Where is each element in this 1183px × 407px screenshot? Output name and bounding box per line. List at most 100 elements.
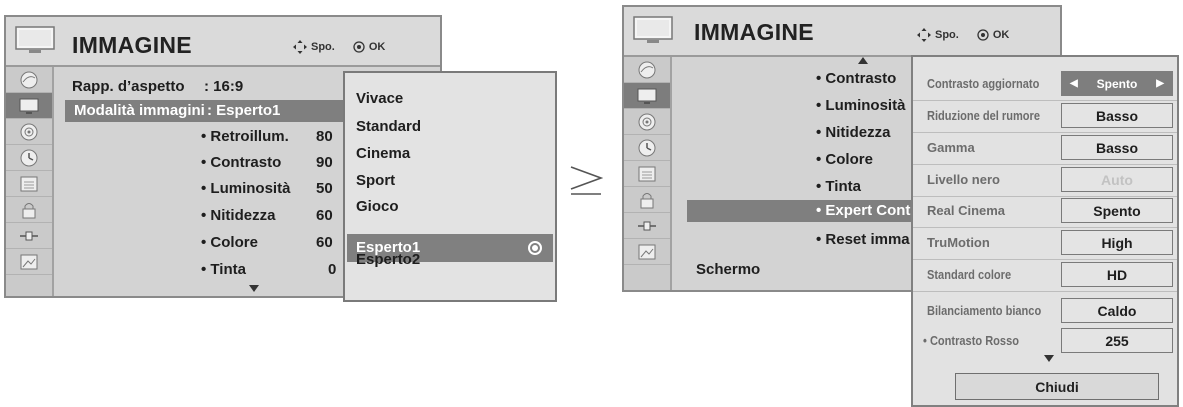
expert-row-noise-reduction[interactable]: Riduzione del rumore Basso xyxy=(913,102,1177,130)
sidebar-item-input[interactable] xyxy=(6,223,52,249)
sidebar-item-lock[interactable] xyxy=(6,197,52,223)
aspect-ratio-value: : 16:9 xyxy=(204,78,244,95)
sidebar-item-setup[interactable] xyxy=(624,57,670,83)
sidebar-item-option[interactable] xyxy=(624,161,670,187)
expert-row-white-balance[interactable]: Bilanciamento bianco Caldo xyxy=(913,297,1177,325)
aspect-ratio-label[interactable]: Rapp. d’aspetto xyxy=(72,78,185,95)
photo-icon xyxy=(638,244,656,259)
hint-move-label: Spo. xyxy=(935,29,959,41)
move-arrows-icon xyxy=(293,40,307,54)
tv-icon xyxy=(15,26,55,53)
option-cinema[interactable]: Cinema xyxy=(356,145,410,162)
expert-label: Contrasto aggiornato xyxy=(927,76,1040,91)
option-vivace[interactable]: Vivace xyxy=(356,90,403,107)
picture-mode-row[interactable]: Modalità immagini : Esperto1 xyxy=(65,100,345,122)
expert-row-dynamic-contrast[interactable]: Contrasto aggiornato ◀ Spento ▶ xyxy=(913,70,1177,98)
hint-ok-label: OK xyxy=(992,29,1010,41)
picture-mode-dropdown: Vivace Standard Cinema Sport Gioco Esper… xyxy=(343,71,557,302)
satellite-dish-icon xyxy=(20,71,38,88)
photo-icon xyxy=(20,254,38,269)
menu-value-tint: 0 xyxy=(328,261,337,278)
selected-radio-icon xyxy=(528,241,542,255)
sidebar-item-media[interactable] xyxy=(6,249,52,275)
picture-mode-value: : Esperto1 xyxy=(207,102,281,119)
plug-icon xyxy=(20,231,38,240)
expert-row-red-contrast[interactable]: • Contrasto Rosso 255 xyxy=(913,327,1177,355)
expert-control-popup: Contrasto aggiornato ◀ Spento ▶ Riduzion… xyxy=(911,55,1179,407)
expert-row-real-cinema[interactable]: Real Cinema Spento xyxy=(913,197,1177,225)
menu-header: IMMAGINE Spo. OK xyxy=(624,7,1060,57)
expert-label: Livello nero xyxy=(927,172,1000,187)
expert-value-box[interactable]: 255 xyxy=(1061,328,1173,353)
expert-row-color-standard[interactable]: Standard colore HD xyxy=(913,261,1177,289)
menu-item-tint[interactable]: • Tinta xyxy=(201,261,246,278)
expert-row-trumotion[interactable]: TruMotion High xyxy=(913,229,1177,257)
tv-icon xyxy=(633,16,673,43)
option-esperto2[interactable]: Esperto2 xyxy=(356,251,420,268)
clock-icon xyxy=(20,149,38,166)
expert-row-gamma[interactable]: Gamma Basso xyxy=(913,134,1177,162)
menu-value-contrast: 90 xyxy=(316,154,333,171)
sidebar-item-picture[interactable] xyxy=(624,83,670,109)
expert-value-box[interactable]: Spento xyxy=(1061,198,1173,223)
arrow-right-icon[interactable]: ▶ xyxy=(1156,78,1164,89)
menu-item-tint[interactable]: • Tinta xyxy=(816,178,861,195)
ok-button-icon xyxy=(977,29,989,41)
menu-value-backlight: 80 xyxy=(316,128,333,145)
arrow-left-icon[interactable]: ◀ xyxy=(1070,78,1078,89)
transition-arrow-icon xyxy=(570,166,603,195)
menu-item-contrast[interactable]: • Contrasto xyxy=(816,70,896,87)
menu-item-backlight[interactable]: • Retroillum. xyxy=(201,128,289,145)
sidebar-item-option[interactable] xyxy=(6,171,52,197)
menu-item-color[interactable]: • Colore xyxy=(201,234,258,251)
nav-hints: Spo. OK xyxy=(917,28,1009,42)
sidebar-item-audio[interactable] xyxy=(624,109,670,135)
expert-value-box[interactable]: HD xyxy=(1061,262,1173,287)
sidebar-item-input[interactable] xyxy=(624,213,670,239)
expert-value-box[interactable]: Basso xyxy=(1061,103,1173,128)
option-standard[interactable]: Standard xyxy=(356,118,421,135)
expert-value-box[interactable]: Caldo xyxy=(1061,298,1173,323)
close-button[interactable]: Chiudi xyxy=(955,373,1159,400)
sidebar-item-audio[interactable] xyxy=(6,119,52,145)
sidebar-item-picture[interactable] xyxy=(6,93,52,119)
option-gioco[interactable]: Gioco xyxy=(356,198,399,215)
menu-title: IMMAGINE xyxy=(694,19,814,45)
sidebar-item-lock[interactable] xyxy=(624,187,670,213)
menu-item-color[interactable]: • Colore xyxy=(816,151,873,168)
move-arrows-icon xyxy=(917,28,931,42)
lock-icon xyxy=(640,192,654,208)
menu-item-reset[interactable]: • Reset imma xyxy=(816,231,910,248)
category-sidebar xyxy=(624,57,672,290)
menu-item-brightness[interactable]: • Luminosità xyxy=(201,180,290,197)
expert-label: Riduzione del rumore xyxy=(927,108,1040,123)
menu-item-screen[interactable]: Schermo xyxy=(696,261,760,278)
menu-item-sharpness[interactable]: • Nitidezza xyxy=(201,207,275,224)
menu-item-sharpness[interactable]: • Nitidezza xyxy=(816,124,890,141)
speaker-icon xyxy=(638,113,656,130)
option-sport[interactable]: Sport xyxy=(356,172,395,189)
expert-value-box[interactable]: Basso xyxy=(1061,135,1173,160)
scroll-down-arrow-icon[interactable] xyxy=(249,285,259,292)
sidebar-item-time[interactable] xyxy=(624,135,670,161)
menu-value-color: 60 xyxy=(316,234,333,251)
nav-hints: Spo. OK xyxy=(293,40,385,54)
expert-label: Bilanciamento bianco xyxy=(927,303,1042,318)
dynamic-contrast-selector[interactable]: ◀ Spento ▶ xyxy=(1061,71,1173,96)
sidebar-item-setup[interactable] xyxy=(6,67,52,93)
calendar-icon xyxy=(638,166,656,181)
menu-value-sharpness: 60 xyxy=(316,207,333,224)
lock-icon xyxy=(22,202,36,218)
scroll-up-arrow-icon[interactable] xyxy=(858,57,868,64)
menu-item-brightness[interactable]: • Luminosità xyxy=(816,97,905,114)
hint-ok-label: OK xyxy=(368,41,386,53)
expert-row-black-level[interactable]: Livello nero Auto xyxy=(913,166,1177,194)
menu-value-brightness: 50 xyxy=(316,180,333,197)
plug-icon xyxy=(638,221,656,230)
expert-value-box[interactable]: High xyxy=(1061,230,1173,255)
menu-item-contrast[interactable]: • Contrasto xyxy=(201,154,281,171)
sidebar-item-time[interactable] xyxy=(6,145,52,171)
scroll-down-arrow-icon[interactable] xyxy=(1044,355,1054,362)
sidebar-item-media[interactable] xyxy=(624,239,670,265)
menu-item-expert-control[interactable]: • Expert Cont xyxy=(687,200,912,222)
